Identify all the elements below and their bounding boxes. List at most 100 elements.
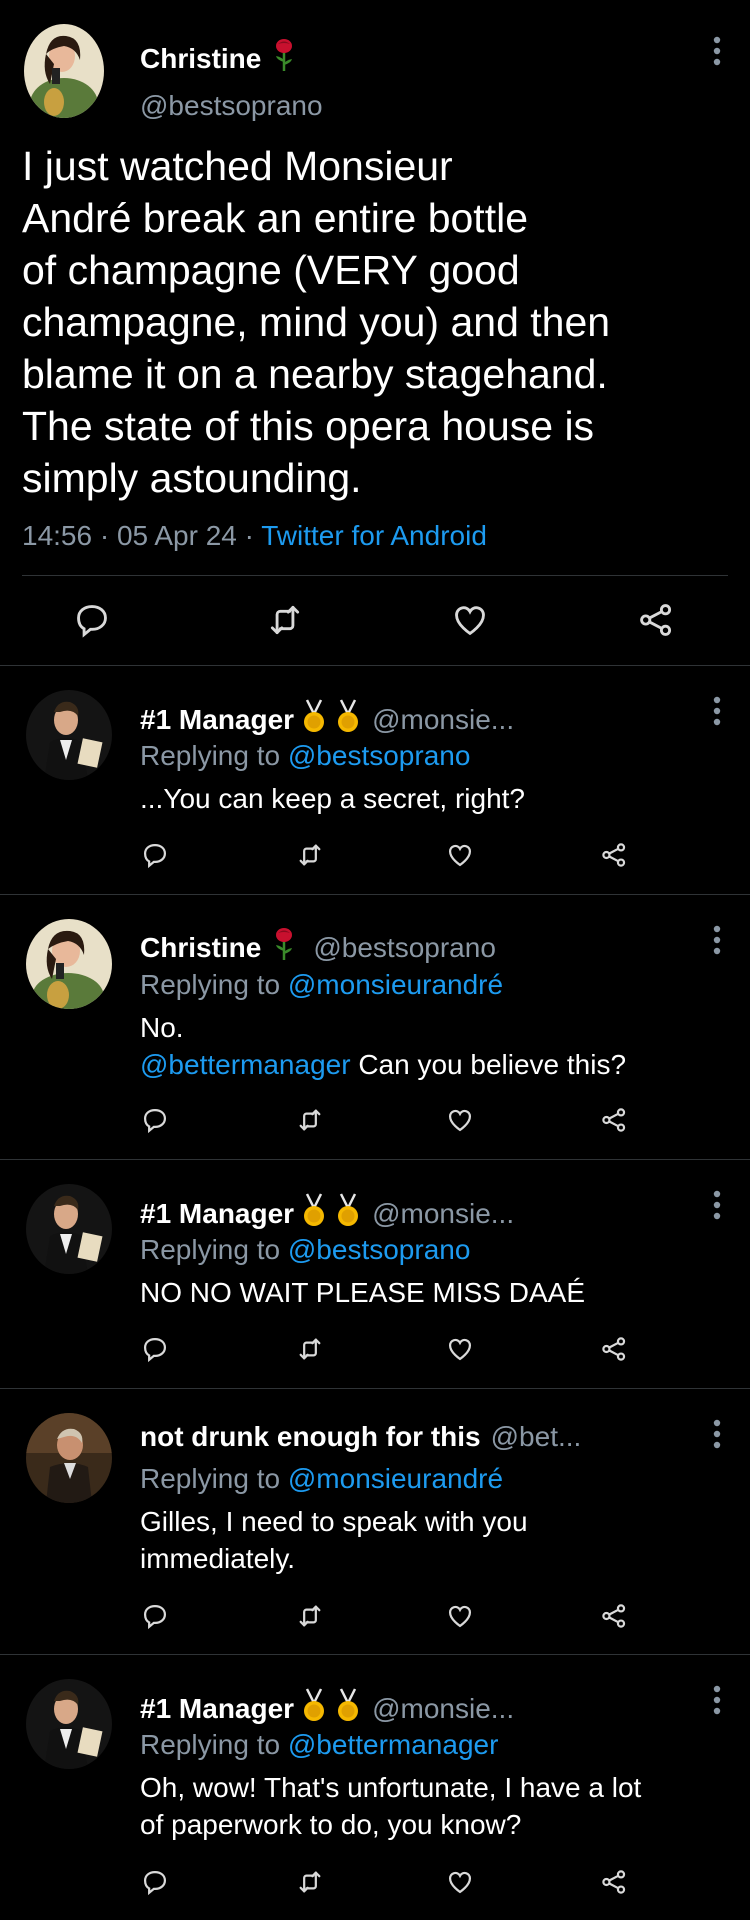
author-handle[interactable]: @bestsoprano bbox=[313, 932, 496, 964]
tweet-source-link[interactable]: Twitter for Android bbox=[261, 520, 487, 551]
more-options-icon[interactable] bbox=[712, 1685, 722, 1720]
retweet-icon[interactable] bbox=[263, 598, 307, 642]
replying-to-handle[interactable]: @bettermanager bbox=[288, 1729, 499, 1760]
tweet-meta: 14:56 · 05 Apr 24 · Twitter for Android bbox=[22, 520, 487, 552]
avatar[interactable] bbox=[26, 1413, 112, 1503]
author-name[interactable]: Christine bbox=[140, 38, 295, 79]
replying-to-label: Replying to bbox=[140, 1729, 281, 1760]
reply-icon[interactable] bbox=[138, 838, 172, 872]
author-name-text: Christine bbox=[140, 42, 262, 74]
share-icon[interactable] bbox=[597, 1599, 631, 1633]
medal-icon bbox=[334, 1687, 362, 1730]
reply-actions bbox=[0, 1103, 750, 1137]
author-name[interactable]: #1 Manager bbox=[140, 1693, 294, 1725]
medal-icon bbox=[300, 1687, 328, 1730]
author-name[interactable]: Christine bbox=[140, 932, 261, 964]
tweet-text-line: The state of this opera house is bbox=[22, 403, 595, 449]
avatar[interactable] bbox=[26, 1184, 112, 1274]
reply-icon[interactable] bbox=[70, 598, 114, 642]
tweet-text-line: blame it on a nearby stagehand. bbox=[22, 351, 608, 397]
avatar[interactable] bbox=[26, 690, 112, 780]
author-handle[interactable]: @monsie... bbox=[372, 1198, 514, 1230]
replying-to-label: Replying to bbox=[140, 740, 281, 771]
reply-tweet: #1 Manager @monsie... Replying to @bests… bbox=[0, 666, 750, 894]
medal-icon bbox=[334, 1192, 362, 1235]
reply-actions bbox=[0, 1332, 750, 1366]
like-icon[interactable] bbox=[443, 1599, 477, 1633]
reply-actions bbox=[0, 1865, 750, 1899]
reply-tweet: not drunk enough for this @bet... Replyi… bbox=[0, 1389, 750, 1654]
tweet-text-line: champagne, mind you) and then bbox=[22, 299, 611, 345]
main-tweet: Christine @bestsoprano I just watched Mo… bbox=[0, 0, 750, 665]
replying-to-label: Replying to bbox=[140, 1463, 281, 1494]
share-icon[interactable] bbox=[597, 1332, 631, 1366]
replying-to-label: Replying to bbox=[140, 969, 281, 1000]
tweet-text: I just watched Monsieur André break an e… bbox=[22, 140, 672, 504]
more-options-icon[interactable] bbox=[712, 36, 722, 71]
rose-icon bbox=[273, 38, 295, 79]
reply-text: ...You can keep a secret, right? bbox=[140, 780, 720, 817]
share-icon[interactable] bbox=[634, 598, 678, 642]
reply-text-line: @bettermanager Can you believe this? bbox=[140, 1046, 720, 1083]
retweet-icon[interactable] bbox=[293, 838, 327, 872]
share-icon[interactable] bbox=[597, 1103, 631, 1137]
replying-to-handle[interactable]: @bestsoprano bbox=[288, 1234, 471, 1265]
reply-actions bbox=[0, 838, 750, 872]
reply-icon[interactable] bbox=[138, 1103, 172, 1137]
reply-header: not drunk enough for this @bet... bbox=[140, 1421, 581, 1453]
avatar[interactable] bbox=[26, 1679, 112, 1769]
reply-text-line: immediately. bbox=[140, 1543, 296, 1574]
like-icon[interactable] bbox=[443, 838, 477, 872]
replying-to-label: Replying to bbox=[140, 1234, 281, 1265]
reply-icon[interactable] bbox=[138, 1865, 172, 1899]
more-options-icon[interactable] bbox=[712, 925, 722, 960]
reply-tweet: Christine @bestsoprano Replying to @mons… bbox=[0, 895, 750, 1159]
tweet-actions bbox=[0, 598, 750, 644]
reply-header: #1 Manager @monsie... bbox=[140, 1687, 514, 1730]
like-icon[interactable] bbox=[443, 1332, 477, 1366]
mention-link[interactable]: @bettermanager bbox=[140, 1049, 351, 1080]
meta-separator: · bbox=[244, 520, 254, 551]
replying-to-handle[interactable]: @monsieurandré bbox=[288, 1463, 503, 1494]
author-name[interactable]: not drunk enough for this bbox=[140, 1421, 481, 1453]
share-icon[interactable] bbox=[597, 838, 631, 872]
author-handle[interactable]: @bestsoprano bbox=[140, 90, 323, 122]
author-handle[interactable]: @monsie... bbox=[372, 704, 514, 736]
like-icon[interactable] bbox=[443, 1865, 477, 1899]
medal-icon bbox=[334, 698, 362, 741]
reply-text-line: ...You can keep a secret, right? bbox=[140, 783, 525, 814]
retweet-icon[interactable] bbox=[293, 1599, 327, 1633]
replying-to: Replying to @monsieurandré bbox=[140, 969, 503, 1001]
replying-to: Replying to @bettermanager bbox=[140, 1729, 498, 1761]
reply-icon[interactable] bbox=[138, 1332, 172, 1366]
retweet-icon[interactable] bbox=[293, 1865, 327, 1899]
tweet-text-line: simply astounding. bbox=[22, 455, 362, 501]
author-name[interactable]: #1 Manager bbox=[140, 1198, 294, 1230]
reply-text: Gilles, I need to speak with you immedia… bbox=[140, 1503, 720, 1577]
reply-text: Oh, wow! That's unfortunate, I have a lo… bbox=[140, 1769, 720, 1843]
more-options-icon[interactable] bbox=[712, 696, 722, 731]
reply-text-line: Oh, wow! That's unfortunate, I have a lo… bbox=[140, 1772, 642, 1803]
more-options-icon[interactable] bbox=[712, 1419, 722, 1454]
tweet-text-line: André break an entire bottle bbox=[22, 195, 528, 241]
meta-separator: · bbox=[99, 520, 110, 551]
share-icon[interactable] bbox=[597, 1865, 631, 1899]
reply-header: #1 Manager @monsie... bbox=[140, 698, 514, 741]
avatar[interactable] bbox=[26, 919, 112, 1009]
more-options-icon[interactable] bbox=[712, 1190, 722, 1225]
reply-text-line: NO NO WAIT PLEASE MISS DAAÉ bbox=[140, 1277, 585, 1308]
reply-icon[interactable] bbox=[138, 1599, 172, 1633]
replying-to-handle[interactable]: @bestsoprano bbox=[288, 740, 471, 771]
retweet-icon[interactable] bbox=[293, 1103, 327, 1137]
author-handle[interactable]: @bet... bbox=[491, 1421, 582, 1453]
author-name[interactable]: #1 Manager bbox=[140, 704, 294, 736]
author-handle[interactable]: @monsie... bbox=[372, 1693, 514, 1725]
replying-to-handle[interactable]: @monsieurandré bbox=[288, 969, 503, 1000]
like-icon[interactable] bbox=[443, 1103, 477, 1137]
divider bbox=[22, 575, 728, 576]
like-icon[interactable] bbox=[448, 598, 492, 642]
retweet-icon[interactable] bbox=[293, 1332, 327, 1366]
avatar[interactable] bbox=[24, 24, 104, 118]
reply-text: NO NO WAIT PLEASE MISS DAAÉ bbox=[140, 1274, 720, 1311]
reply-text-line: Gilles, I need to speak with you bbox=[140, 1506, 528, 1537]
